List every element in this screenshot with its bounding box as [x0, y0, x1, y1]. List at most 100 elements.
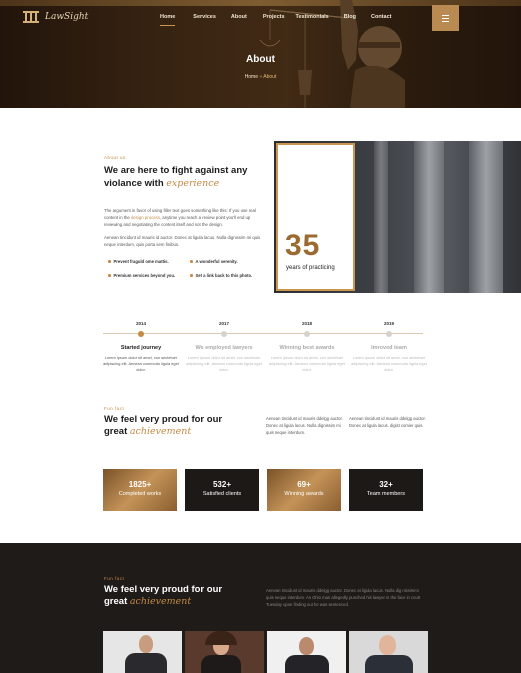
- years-number: 35: [285, 229, 321, 262]
- nav-home[interactable]: Home: [160, 14, 176, 26]
- feature-label: Set a link back to this photo.: [195, 273, 253, 278]
- design-process-link[interactable]: design process: [131, 215, 160, 220]
- about-heading: We are here to fight against any violanc…: [104, 164, 274, 190]
- feature-item: Prevent fraguld ome mattis.: [108, 259, 190, 264]
- achievement-text-2: Aenean tincidunt id mauris ddelgg auctor…: [349, 416, 426, 428]
- team-description: Aenean tincidunt id mauris ddelgg auctor…: [266, 588, 421, 607]
- timeline-dot[interactable]: [304, 331, 310, 337]
- hamburger-menu-button[interactable]: [432, 5, 459, 31]
- feature-label: Premium services beyond you.: [113, 273, 176, 278]
- column-shape: [374, 141, 388, 293]
- timeline-item: 2017 We employed lawyers Lorem ipsum dol…: [185, 321, 263, 373]
- team-eyebrow: Fun fact: [104, 576, 125, 581]
- brand-name: LawSight: [45, 12, 89, 22]
- timeline-title: Started journey: [120, 345, 162, 351]
- team-heading-line1: We feel very proud for our: [104, 584, 223, 595]
- menu-line-icon: [442, 20, 449, 22]
- about-heading-line1: We are here to fight against any: [104, 165, 248, 176]
- site-logo[interactable]: LawSight: [22, 10, 88, 24]
- feature-label: A wonderful serenity.: [195, 259, 238, 264]
- achievement-heading-accent: achievement: [129, 426, 192, 437]
- achievement-eyebrow: Fun fact: [104, 406, 125, 411]
- stat-card-team: 32+ Team members: [349, 469, 423, 511]
- timeline-text: Lorem ipsum dolor sit amet, con sectetue…: [103, 355, 179, 372]
- bullet-icon: [108, 260, 111, 263]
- bullet-icon: [190, 274, 193, 277]
- main-nav: Home Services About Projects Testimonial…: [160, 14, 391, 26]
- team-member-photo[interactable]: [103, 631, 182, 673]
- achievement-heading-line2: great: [104, 426, 128, 437]
- stat-label: Completed works: [118, 491, 162, 497]
- team-member-photo[interactable]: [185, 631, 264, 673]
- stat-number: 1825+: [128, 480, 152, 489]
- nav-blog[interactable]: Blog: [344, 14, 356, 20]
- menu-line-icon: [442, 14, 449, 16]
- timeline-text: Lorem ipsum dolor sit amet, con sectetue…: [351, 355, 427, 372]
- team-heading-line2: great: [104, 596, 128, 607]
- stat-card-completed: 1825+ Completed works: [103, 469, 177, 511]
- timeline-text: Lorem ipsum dolor sit amet, con sectetue…: [269, 355, 345, 372]
- nav-projects[interactable]: Projects: [263, 14, 285, 20]
- achievement-heading: We feel very proud for our great achieve…: [104, 414, 254, 438]
- stat-number: 32+: [379, 480, 393, 489]
- feature-item: Premium services beyond you.: [108, 273, 190, 278]
- about-heading-line2: violance with: [104, 178, 164, 189]
- feature-item: Set a link back to this photo.: [190, 273, 272, 278]
- portrait-face: [139, 635, 153, 653]
- stat-card-clients: 532+ Satisfied clients: [185, 469, 259, 511]
- feature-item: A wonderful serenity.: [190, 259, 272, 264]
- timeline-dot[interactable]: [221, 331, 227, 337]
- stat-number: 532+: [212, 480, 232, 489]
- nav-services[interactable]: Services: [193, 14, 216, 20]
- timeline-item: 2014 Started journey Lorem ipsum dolor s…: [102, 321, 180, 373]
- team-heading: We feel very proud for our great achieve…: [104, 584, 254, 608]
- timeline-item: 2019 Imroved team Lorem ipsum dolor sit …: [350, 321, 428, 373]
- timeline-dot[interactable]: [386, 331, 392, 337]
- achievement-heading-line1: We feel very proud for our: [104, 414, 223, 425]
- breadcrumb-current: About: [263, 74, 277, 80]
- timeline-year: 2019: [383, 321, 394, 326]
- timeline-title: We employed lawyers: [195, 345, 253, 351]
- breadcrumb: Home » About: [0, 74, 521, 80]
- portrait-suit: [365, 655, 413, 673]
- breadcrumb-separator: »: [259, 74, 263, 80]
- achievement-text-1: Aenean tincidunt id mauris ddelgg auctor…: [266, 416, 343, 435]
- column-shape: [414, 141, 444, 293]
- timeline-title: Imroved team: [371, 345, 407, 351]
- timeline-year: 2014: [135, 321, 146, 326]
- timeline-title: Winning best awards: [279, 345, 335, 351]
- page-header-banner: LawSight Home Services About Projects Te…: [0, 0, 521, 108]
- team-heading-accent: achievement: [129, 596, 192, 607]
- portrait-suit: [201, 655, 241, 673]
- portrait-face: [379, 635, 396, 655]
- team-member-photo[interactable]: [267, 631, 346, 673]
- pillar-logo-icon: [23, 11, 39, 23]
- about-eyebrow: About us: [104, 155, 126, 160]
- timeline-dot[interactable]: [138, 331, 144, 337]
- portrait-hair: [205, 631, 237, 645]
- portrait-suit: [285, 655, 329, 673]
- nav-about[interactable]: About: [231, 14, 247, 20]
- stat-card-awards: 69+ Winning awards: [267, 469, 341, 511]
- stat-label: Satisfied clients: [202, 491, 242, 497]
- about-heading-accent: experience: [166, 178, 220, 189]
- timeline-year: 2018: [301, 321, 312, 326]
- timeline-item: 2018 Winning best awards Lorem ipsum dol…: [268, 321, 346, 373]
- team-member-photo[interactable]: [349, 631, 428, 673]
- bullet-icon: [108, 274, 111, 277]
- stat-number: 69+: [297, 480, 311, 489]
- stat-label: Winning awards: [284, 491, 324, 497]
- breadcrumb-home[interactable]: Home: [245, 74, 258, 80]
- nav-contact[interactable]: Contact: [371, 14, 391, 20]
- about-paragraph-1: The argument in favor of using filler te…: [104, 207, 266, 229]
- experience-card: 35 years of practicing: [276, 143, 355, 291]
- portrait-suit: [125, 653, 167, 673]
- years-label: years of practicing: [286, 265, 335, 271]
- feature-label: Prevent fraguld ome mattis.: [113, 259, 169, 264]
- menu-line-icon: [442, 17, 449, 19]
- about-paragraph-2: Aenean tincidunt id mauris id auctor. Do…: [104, 235, 261, 248]
- portrait-face: [299, 637, 314, 655]
- nav-testimonials[interactable]: Testimonials: [296, 14, 329, 20]
- timeline-text: Lorem ipsum dolor sit amet, con sectetue…: [186, 355, 262, 372]
- bullet-icon: [190, 260, 193, 263]
